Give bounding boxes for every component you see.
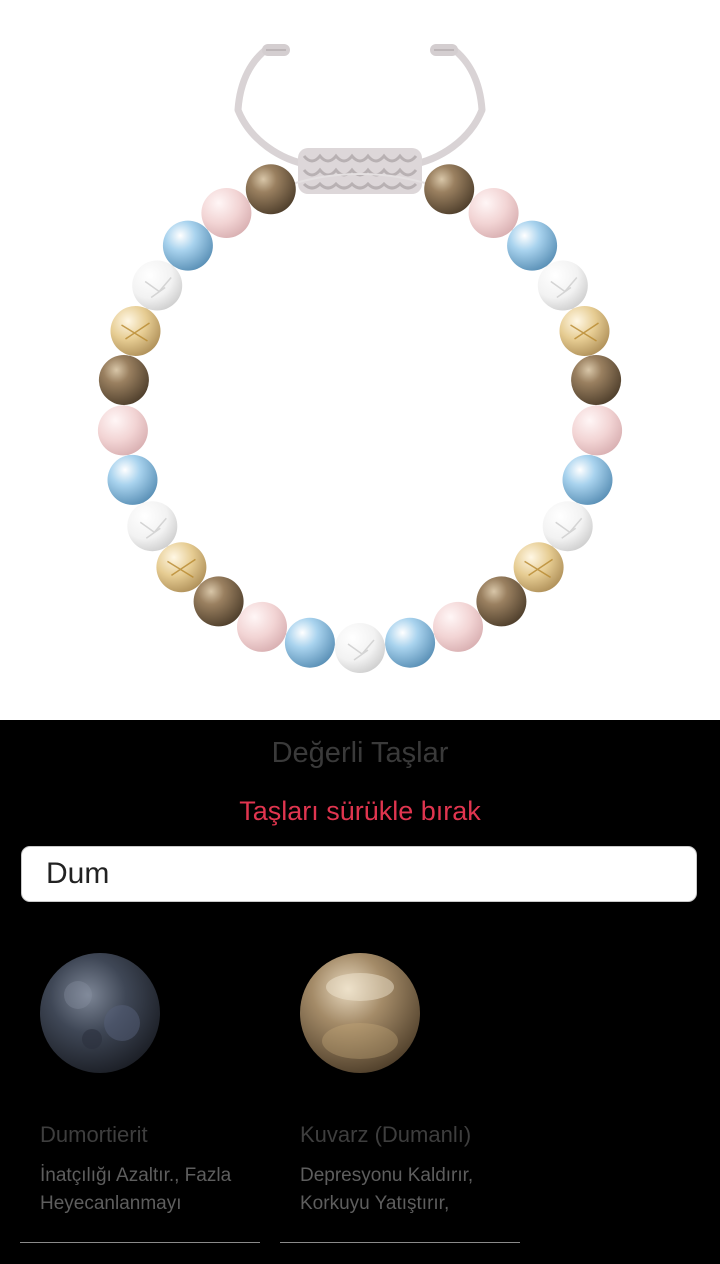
bead-rose	[237, 601, 287, 652]
search-input[interactable]	[21, 846, 697, 902]
stone-card-smoky-quartz[interactable]: Kuvarz (Dumanlı) Depresyonu Kaldırır, Ko…	[280, 950, 520, 1243]
stone-name: Dumortierit	[40, 1122, 148, 1147]
cord-tip-left	[262, 44, 290, 56]
bracelet-image	[97, 44, 623, 673]
bead-rose	[572, 405, 623, 456]
bead-aqua	[562, 454, 613, 505]
bead-smoky	[193, 576, 244, 627]
panel-title: Değerli Taşlar	[271, 737, 449, 769]
bead-rutile	[110, 306, 161, 356]
bead-aqua	[107, 454, 158, 505]
bead-aqua	[162, 220, 213, 271]
bead-rutile	[559, 306, 610, 356]
bead-smoky	[571, 355, 622, 405]
stone-name: Kuvarz (Dumanlı)	[300, 1122, 472, 1147]
bead-aqua	[385, 617, 436, 668]
bracelet-preview	[0, 0, 720, 720]
bead-aqua	[507, 220, 558, 271]
bead-ring	[97, 164, 623, 673]
stone-card-dumortierite[interactable]: Dumortierit İnatçılığı Azaltır., Fazla H…	[20, 950, 260, 1243]
stone-panel: Değerli Taşlar Taşları sürükle bırak Dum…	[0, 720, 720, 1264]
smoky-quartz-bead-image	[300, 953, 420, 1073]
bead-aqua	[284, 617, 335, 668]
drag-drop-hint: Taşları sürükle bırak	[239, 796, 481, 826]
bead-crystal	[537, 260, 588, 311]
bead-rutile	[156, 542, 207, 593]
bead-smoky	[476, 576, 527, 627]
dumortierite-bead-image	[40, 953, 160, 1073]
bead-rose	[201, 188, 252, 238]
bead-rutile	[513, 542, 564, 593]
bead-rose	[433, 601, 483, 652]
bead-crystal	[132, 260, 183, 311]
stone-description: Depresyonu Kaldırır, Korkuyu Yatıştırır,	[300, 1165, 474, 1214]
bead-smoky	[98, 355, 149, 405]
cord-left	[234, 44, 272, 114]
bead-rose	[468, 188, 519, 238]
cord-right	[448, 44, 486, 114]
bead-crystal	[542, 501, 593, 552]
bead-smoky	[424, 164, 475, 215]
bead-crystal	[335, 623, 385, 673]
bead-smoky	[245, 164, 296, 215]
bead-crystal	[127, 501, 178, 552]
cord-tip-right	[430, 44, 458, 56]
macrame-knot	[298, 148, 422, 194]
bead-rose	[97, 405, 148, 456]
stone-description: İnatçılığı Azaltır., Fazla Heyecanlanmay…	[40, 1165, 232, 1214]
